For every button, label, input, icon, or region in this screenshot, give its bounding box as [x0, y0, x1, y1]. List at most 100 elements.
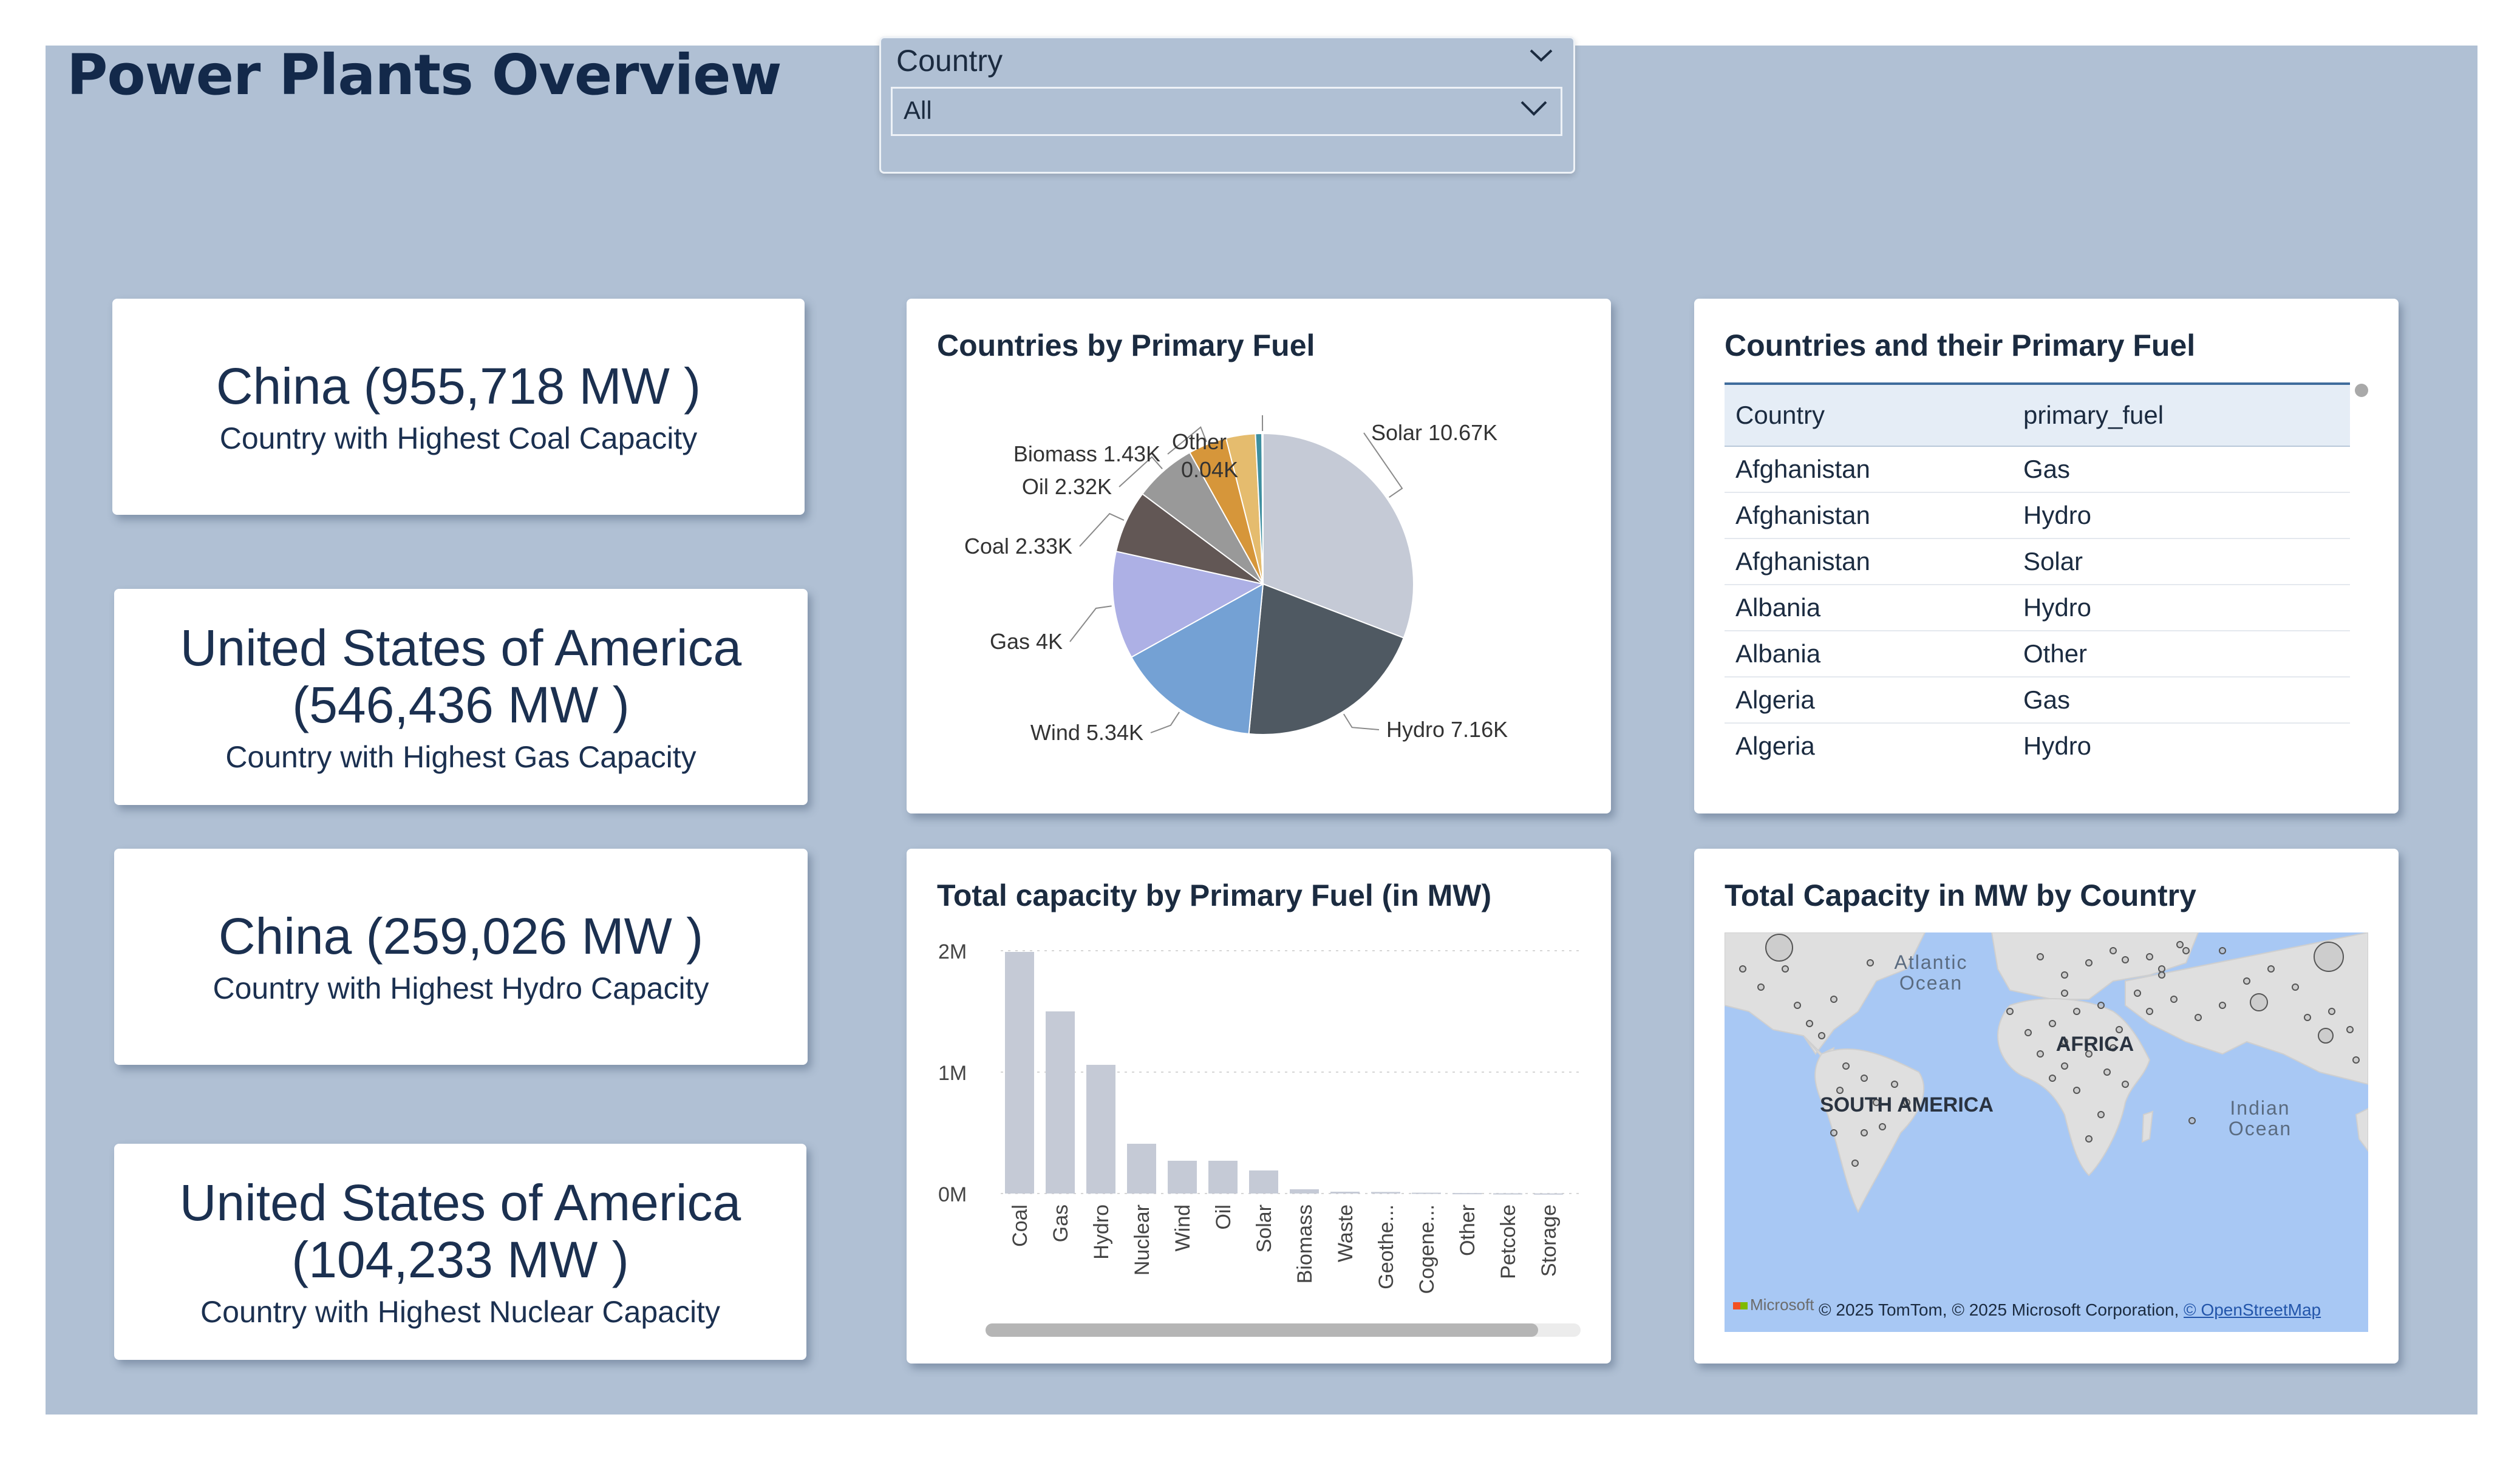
plant-capacity-bubble[interactable] [2061, 990, 2068, 997]
horizontal-scrollbar[interactable] [986, 1323, 1538, 1337]
country-fuel-table[interactable]: Country primary_fuel Afghanistan Gas Afgha… [1725, 382, 2350, 765]
plant-capacity-bubble[interactable] [1830, 1129, 1837, 1136]
bar-coal[interactable] [1005, 952, 1034, 1194]
plant-capacity-bubble[interactable] [1806, 1020, 1813, 1027]
plant-capacity-bubble[interactable] [2049, 1075, 2056, 1082]
plant-capacity-bubble[interactable] [2134, 990, 2141, 997]
bar-storage[interactable] [1534, 1193, 1563, 1195]
bar-gas[interactable] [1046, 1011, 1075, 1194]
plant-capacity-bubble[interactable] [2195, 1014, 2202, 1021]
bar-petcoke[interactable] [1493, 1193, 1522, 1195]
plant-capacity-bubble[interactable] [2146, 953, 2153, 960]
plant-capacity-bubble[interactable] [2146, 1008, 2153, 1015]
plant-capacity-bubble[interactable] [2267, 965, 2275, 973]
bar-nuclear[interactable] [1127, 1144, 1156, 1194]
plant-capacity-bubble[interactable] [2292, 983, 2299, 991]
column-header-country[interactable]: Country [1725, 401, 2023, 430]
map-panel: Total Capacity in MW by Country Atlantic… [1694, 849, 2399, 1364]
table-row[interactable]: Algeria Gas [1725, 678, 2350, 724]
plant-capacity-bubble[interactable] [2122, 1081, 2129, 1088]
plant-capacity-bubble[interactable] [2304, 1014, 2311, 1021]
plant-capacity-bubble[interactable] [2037, 1050, 2044, 1058]
plant-capacity-bubble[interactable] [1757, 983, 1765, 991]
plant-capacity-bubble[interactable] [2097, 1002, 2105, 1009]
plant-capacity-bubble[interactable] [2073, 1087, 2080, 1094]
plant-capacity-bubble[interactable] [2025, 1029, 2032, 1036]
plant-capacity-bubble[interactable] [2346, 1026, 2354, 1033]
world-map[interactable]: Atlantic Ocean AFRICA SOUTH AMERICA Indi… [1725, 932, 2368, 1332]
bar-wind[interactable] [1168, 1161, 1197, 1194]
bar-solar[interactable] [1249, 1170, 1278, 1194]
plant-capacity-bubble[interactable] [2061, 1062, 2068, 1070]
plant-capacity-bubble[interactable] [2182, 947, 2190, 954]
bar-oil[interactable] [1208, 1161, 1238, 1194]
bar-biomass[interactable] [1290, 1189, 1319, 1194]
plant-capacity-bubble[interactable] [2352, 1056, 2360, 1064]
plant-capacity-bubble[interactable] [2219, 947, 2226, 954]
plant-capacity-bubble[interactable] [2188, 1117, 2196, 1124]
table-row[interactable]: Afghanistan Hydro [1725, 493, 2350, 539]
table-scrollbar[interactable] [2355, 384, 2368, 397]
table-row[interactable]: Afghanistan Solar [1725, 539, 2350, 585]
plant-capacity-bubble[interactable] [1861, 1129, 1868, 1136]
table-row[interactable]: Algeria Hydro [1725, 724, 2350, 765]
y-tick-label: 0M [938, 1183, 967, 1206]
plant-capacity-bubble[interactable] [2006, 1008, 2014, 1015]
chevron-down-icon[interactable] [1518, 97, 1550, 118]
plant-capacity-bubble[interactable] [2158, 971, 2165, 979]
plant-capacity-bubble[interactable] [2110, 947, 2117, 954]
bar-waste[interactable] [1330, 1192, 1360, 1194]
plant-capacity-bubble[interactable] [2158, 965, 2165, 973]
plant-capacity-bubble[interactable] [1818, 1032, 1825, 1039]
x-tick-label: Wind [1171, 1204, 1194, 1251]
plant-capacity-bubble[interactable] [1851, 1160, 1859, 1167]
plant-capacity-bubble[interactable] [1867, 959, 1874, 966]
plant-capacity-bubble[interactable] [1794, 1002, 1801, 1009]
plant-capacity-bubble[interactable] [2219, 1002, 2226, 1009]
plant-capacity-bubble[interactable] [1836, 1087, 1844, 1094]
plant-capacity-bubble[interactable] [1842, 1062, 1850, 1070]
plant-capacity-bubble[interactable] [2328, 1008, 2335, 1015]
plant-capacity-bubble[interactable] [2176, 941, 2184, 948]
x-tick-label: Cogene... [1415, 1204, 1439, 1294]
bar-cogene[interactable] [1412, 1192, 1441, 1194]
cell-country: Afghanistan [1735, 501, 1870, 529]
plant-capacity-bubble[interactable] [1891, 1081, 1898, 1088]
plant-capacity-bubble[interactable] [2097, 1111, 2105, 1118]
table-row[interactable]: Afghanistan Gas [1725, 447, 2350, 493]
plant-capacity-bubble[interactable] [1782, 965, 1789, 973]
plant-capacity-bubble[interactable] [2061, 971, 2068, 979]
plant-capacity-bubble[interactable] [1765, 934, 1793, 962]
x-tick-label: Nuclear [1131, 1204, 1154, 1275]
plant-capacity-bubble[interactable] [2250, 993, 2268, 1011]
plant-capacity-bubble[interactable] [2122, 956, 2129, 963]
plant-capacity-bubble[interactable] [2037, 953, 2044, 960]
table-header: Country primary_fuel [1725, 382, 2350, 447]
bar-geothe[interactable] [1371, 1192, 1400, 1194]
plant-capacity-bubble[interactable] [2318, 1028, 2334, 1044]
table-row[interactable]: Albania Hydro [1725, 585, 2350, 631]
plant-capacity-bubble[interactable] [2116, 1026, 2123, 1033]
plant-capacity-bubble[interactable] [2314, 942, 2344, 972]
chevron-down-icon[interactable] [1527, 46, 1555, 64]
plant-capacity-bubble[interactable] [1739, 965, 1746, 973]
bar-hydro[interactable] [1086, 1065, 1115, 1194]
plant-capacity-bubble[interactable] [1830, 996, 1837, 1003]
slicer-dropdown[interactable]: All [891, 87, 1562, 136]
bar-other[interactable] [1452, 1193, 1482, 1195]
plant-capacity-bubble[interactable] [2243, 977, 2250, 985]
plant-capacity-bubble[interactable] [2049, 1020, 2056, 1027]
table-row[interactable]: Albania Other [1725, 631, 2350, 678]
map-label-atlantic: Atlantic [1895, 951, 1968, 973]
kpi-value-line2: (546,436 MW ) [292, 676, 630, 733]
plant-capacity-bubble[interactable] [2085, 959, 2093, 966]
plant-capacity-bubble[interactable] [2073, 1008, 2080, 1015]
plant-capacity-bubble[interactable] [2103, 1068, 2111, 1076]
plant-capacity-bubble[interactable] [1861, 1075, 1868, 1082]
country-slicer[interactable]: Country All [879, 36, 1575, 174]
plant-capacity-bubble[interactable] [1879, 1123, 1886, 1130]
plant-capacity-bubble[interactable] [2085, 1135, 2093, 1143]
plant-capacity-bubble[interactable] [2170, 996, 2178, 1003]
column-header-fuel[interactable]: primary_fuel [2023, 401, 2350, 430]
openstreetmap-link[interactable]: © OpenStreetMap [2184, 1300, 2321, 1319]
